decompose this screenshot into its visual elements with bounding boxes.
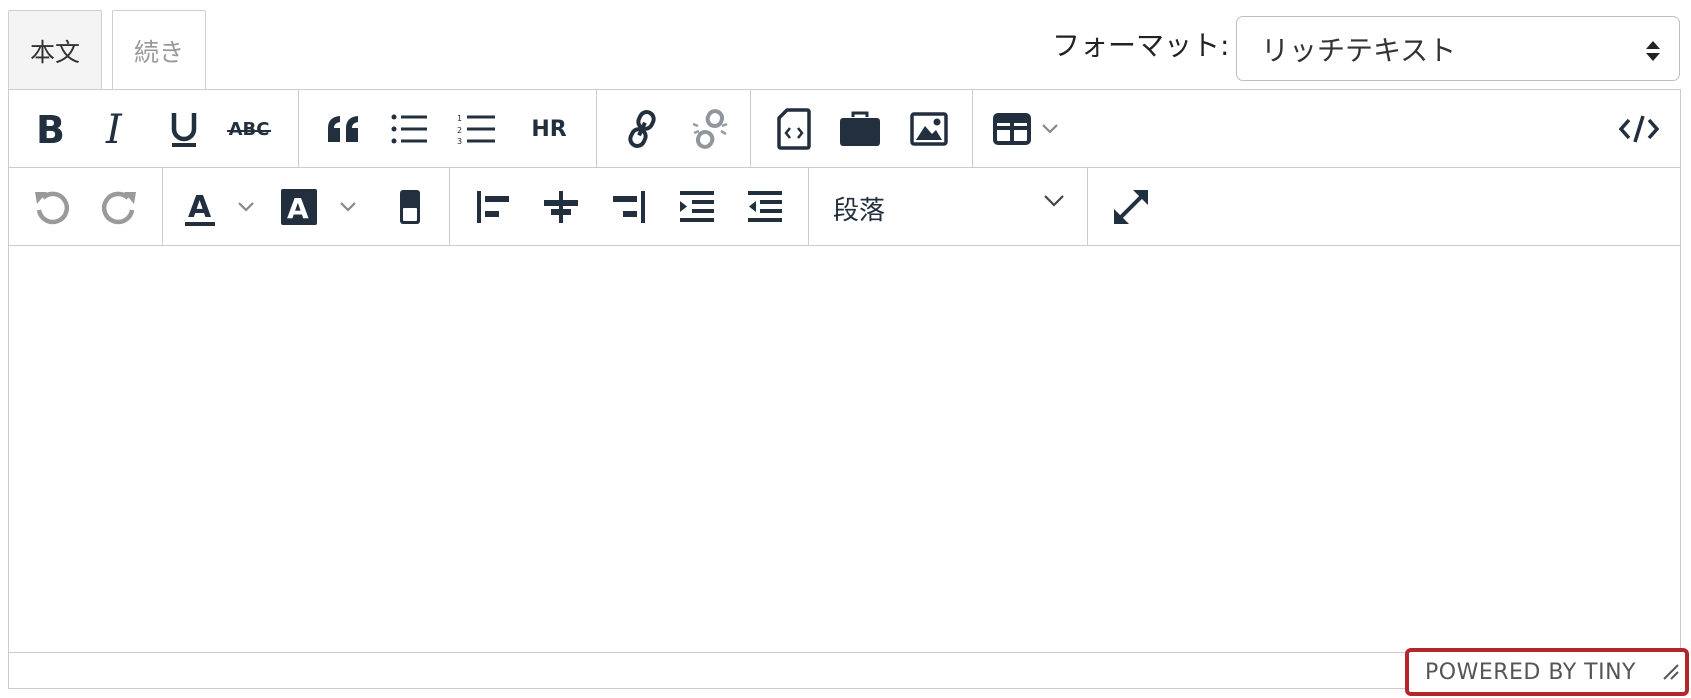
view-group xyxy=(1087,168,1167,245)
italic-icon: I xyxy=(102,109,132,149)
align-right-icon xyxy=(611,191,647,223)
undo-icon xyxy=(33,188,71,226)
link-group xyxy=(596,90,750,167)
format-label: フォーマット: xyxy=(1052,29,1230,62)
redo-button[interactable] xyxy=(94,184,144,230)
align-group xyxy=(449,168,808,245)
align-left-icon xyxy=(475,191,511,223)
text-color-icon: A xyxy=(183,188,217,226)
paragraph-group: 段落 xyxy=(808,168,1087,245)
select-arrows-icon xyxy=(1645,37,1661,70)
media-group xyxy=(750,90,972,167)
source-code-button[interactable] xyxy=(1614,106,1664,152)
align-center-button[interactable] xyxy=(536,184,586,230)
paragraph-format-select[interactable]: 段落 xyxy=(809,168,1087,245)
chevron-down-icon xyxy=(1041,123,1059,135)
bold-button[interactable]: B xyxy=(27,106,73,152)
indent-button[interactable] xyxy=(672,184,722,230)
outdent-icon xyxy=(746,190,784,224)
highlight-button[interactable] xyxy=(385,184,435,230)
horizontal-rule-icon: HR xyxy=(531,116,567,142)
toolbar-row-2: A A 段落 xyxy=(9,168,1680,246)
resize-handle-icon[interactable] xyxy=(1661,661,1679,686)
embed-file-button[interactable] xyxy=(769,106,819,152)
editor-content-area[interactable] xyxy=(9,247,1680,652)
svg-text:A: A xyxy=(287,192,309,225)
svg-text:I: I xyxy=(105,109,123,149)
editor: B I ABC 1 2 3 HR A A 段落 xyxy=(8,89,1681,689)
tab-body[interactable]: 本文 xyxy=(8,10,102,90)
text-color-button[interactable]: A xyxy=(183,184,265,230)
table-group xyxy=(972,90,1092,167)
chevron-down-icon xyxy=(339,201,357,213)
numbered-list-button[interactable]: 1 2 3 xyxy=(451,106,501,152)
table-icon xyxy=(993,113,1031,145)
chevron-down-icon xyxy=(1043,194,1065,208)
tab-more[interactable]: 続き xyxy=(112,10,206,90)
tab-more-label: 続き xyxy=(133,37,184,67)
paragraph-format-label: 段落 xyxy=(833,196,886,226)
chevron-down-icon xyxy=(237,201,255,213)
underline-icon xyxy=(168,109,200,149)
color-group: A A xyxy=(162,168,449,245)
branding-label: POWERED BY TINY xyxy=(1425,659,1636,685)
powered-by-tiny-link[interactable]: POWERED BY TINY xyxy=(1405,648,1689,696)
unlink-button[interactable] xyxy=(685,106,735,152)
outdent-button[interactable] xyxy=(740,184,790,230)
undo-button[interactable] xyxy=(27,184,77,230)
format-select-value: リッチテキスト xyxy=(1261,33,1457,67)
table-button[interactable] xyxy=(993,106,1075,152)
briefcase-button[interactable] xyxy=(835,106,885,152)
unlink-icon xyxy=(692,108,728,150)
tab-body-label: 本文 xyxy=(29,37,80,67)
highlight-icon xyxy=(398,188,422,226)
align-right-button[interactable] xyxy=(604,184,654,230)
fullscreen-icon xyxy=(1111,187,1151,227)
format-group: B I ABC xyxy=(9,90,298,167)
fullscreen-button[interactable] xyxy=(1106,184,1156,230)
indent-icon xyxy=(678,190,716,224)
image-icon xyxy=(910,112,948,146)
numbered-list-icon: 1 2 3 xyxy=(457,113,495,145)
link-icon xyxy=(625,108,659,150)
toolbar-row-1: B I ABC 1 2 3 HR xyxy=(9,90,1680,168)
embed-file-icon xyxy=(777,108,811,150)
strikethrough-button[interactable]: ABC xyxy=(221,106,277,152)
svg-text:1: 1 xyxy=(457,114,462,123)
svg-text:A: A xyxy=(188,190,212,225)
image-button[interactable] xyxy=(904,106,954,152)
bullet-list-button[interactable] xyxy=(384,106,434,152)
svg-text:3: 3 xyxy=(457,137,462,145)
underline-button[interactable] xyxy=(161,106,207,152)
bullet-list-icon xyxy=(391,113,427,145)
strikethrough-icon: ABC xyxy=(226,119,272,140)
source-code-icon xyxy=(1619,115,1659,143)
align-left-button[interactable] xyxy=(468,184,518,230)
background-color-icon: A xyxy=(281,189,317,225)
horizontal-rule-button[interactable]: HR xyxy=(521,106,577,152)
history-group xyxy=(9,168,162,245)
italic-button[interactable]: I xyxy=(94,106,140,152)
briefcase-icon xyxy=(839,111,881,147)
link-button[interactable] xyxy=(617,106,667,152)
background-color-button[interactable]: A xyxy=(281,184,363,230)
svg-text:2: 2 xyxy=(457,126,462,135)
format-select[interactable]: リッチテキスト xyxy=(1236,16,1680,81)
blockquote-icon xyxy=(326,114,362,144)
redo-icon xyxy=(100,188,138,226)
blockquote-button[interactable] xyxy=(319,106,369,152)
svg-text:B: B xyxy=(36,110,65,148)
align-center-icon xyxy=(542,191,580,223)
block-group: 1 2 3 HR xyxy=(298,90,596,167)
bold-icon: B xyxy=(34,110,66,148)
